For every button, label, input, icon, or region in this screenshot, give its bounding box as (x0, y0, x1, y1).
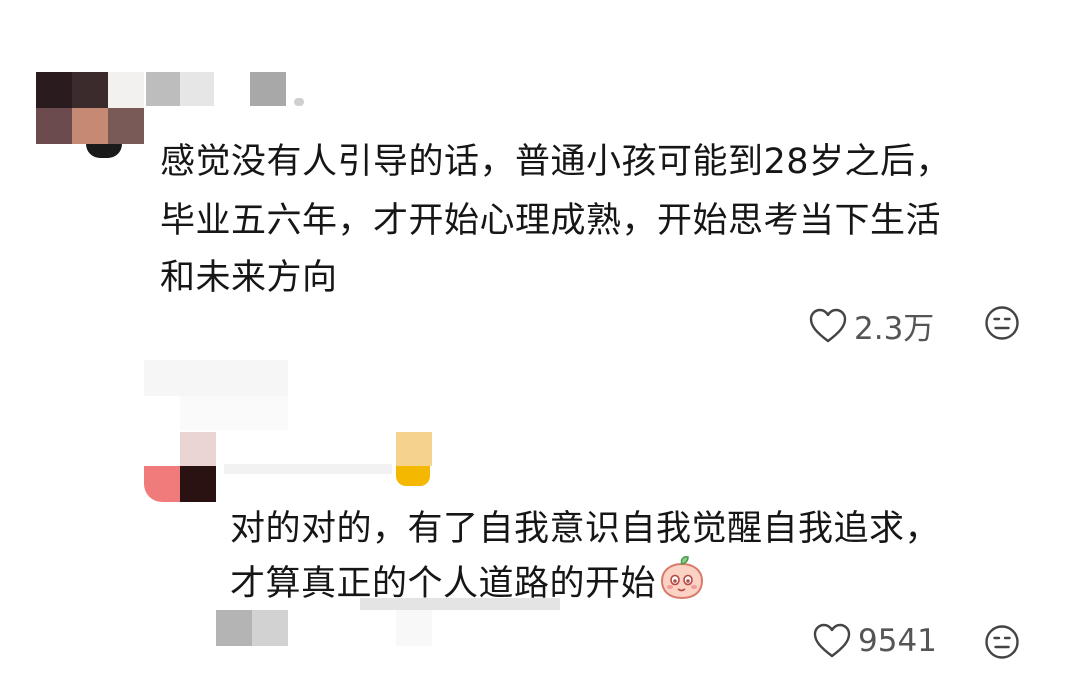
comment-text: 对的对的，有了自我意识自我觉醒自我追求， 才算真正的个人道路的开始 (230, 503, 940, 611)
heart-outline-icon (808, 307, 848, 345)
comment-line: 和未来方向 (160, 258, 338, 298)
peach-emoji-icon (658, 554, 706, 616)
like-button[interactable]: 9541 (812, 622, 937, 660)
neutral-face-icon (984, 624, 1020, 660)
neutral-face-icon (984, 305, 1020, 341)
like-button[interactable]: 2.3万 (808, 303, 934, 348)
dislike-button[interactable] (984, 305, 1020, 341)
username[interactable] (224, 432, 444, 492)
comment-line: 感觉没有人引导的话，普通小孩可能到28岁之后， (160, 142, 952, 182)
redacted-block (144, 360, 288, 396)
comment-line: 对的对的，有了自我意识自我觉醒自我追求， (230, 509, 941, 549)
comment-text: 感觉没有人引导的话，普通小孩可能到28岁之后， 毕业五六年，才开始心理成熟，开始… (160, 136, 951, 305)
heart-outline-icon (812, 622, 852, 660)
redacted-block (360, 598, 560, 610)
comment-line: 才算真正的个人道路的开始 (230, 555, 940, 611)
redacted-block (252, 610, 288, 646)
like-count: 2.3万 (854, 311, 935, 347)
redacted-block (396, 610, 432, 646)
redacted-block (180, 396, 288, 430)
redacted-block (216, 610, 252, 646)
avatar[interactable] (144, 432, 224, 502)
like-count: 9541 (858, 623, 937, 659)
dislike-button[interactable] (984, 624, 1020, 660)
username[interactable] (146, 72, 326, 108)
avatar[interactable] (36, 72, 146, 158)
comment-line: 毕业五六年，才开始心理成熟，开始思考当下生活 (160, 201, 942, 241)
